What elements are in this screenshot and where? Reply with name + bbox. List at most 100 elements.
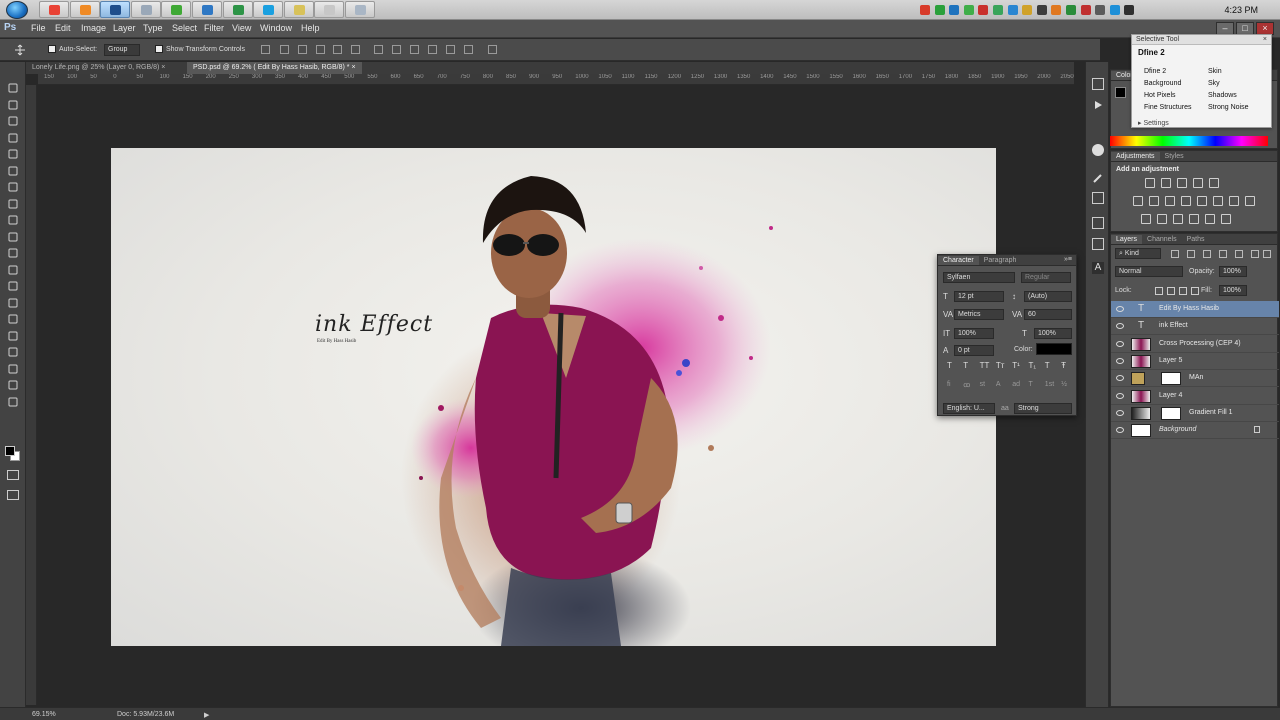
layer-filter-icon[interactable] — [1235, 250, 1243, 258]
menu-edit[interactable]: Edit — [55, 23, 71, 33]
layer-row[interactable]: Cross Processing (CEP 4) — [1111, 336, 1279, 353]
tray-app-icon[interactable] — [1124, 5, 1135, 15]
tray-app-icon[interactable] — [978, 5, 989, 15]
layer-row[interactable]: Layer 4 — [1111, 388, 1279, 405]
vertical-scale-input[interactable]: 100% — [954, 328, 994, 339]
fill-input[interactable]: 100% — [1219, 285, 1247, 296]
move-tool-icon[interactable] — [14, 44, 26, 56]
tab-paragraph[interactable]: Paragraph — [979, 256, 1022, 265]
move-tool-icon[interactable] — [7, 82, 19, 94]
tray-app-icon[interactable] — [1007, 5, 1018, 15]
close-icon[interactable]: × — [1263, 36, 1267, 43]
adjustment-icon[interactable] — [1149, 196, 1159, 206]
document-canvas[interactable]: ink Effect Edit By Hass Hasib — [111, 148, 996, 646]
windows-start-icon[interactable] — [6, 1, 28, 19]
opentype-button[interactable]: fi — [947, 381, 951, 388]
tray-app-icon[interactable] — [920, 5, 930, 15]
blend-mode-select[interactable]: Normal — [1115, 266, 1183, 277]
menu-select[interactable]: Select — [172, 23, 197, 33]
tray-app-icon[interactable] — [934, 5, 945, 15]
visibility-eye-icon[interactable] — [1116, 340, 1124, 347]
menu-image[interactable]: Image — [81, 23, 106, 33]
font-size-input[interactable]: 12 pt — [954, 291, 1004, 302]
align-icon[interactable] — [464, 45, 473, 54]
clone-stamp-icon[interactable] — [7, 214, 19, 226]
layer-filter-icon[interactable] — [1251, 250, 1259, 258]
layer-row[interactable]: Background — [1111, 422, 1279, 440]
auto-select-checkbox[interactable] — [48, 45, 56, 53]
lock-option-icon[interactable] — [1191, 287, 1199, 295]
layer-filter-icon[interactable] — [1219, 250, 1227, 258]
tab-character[interactable]: Character — [938, 256, 979, 265]
taskbar-folder-icon[interactable] — [283, 1, 314, 18]
clone-source-icon[interactable] — [1092, 192, 1104, 204]
tray-app-icon[interactable] — [1080, 5, 1091, 15]
character-panel-icon[interactable]: A — [1092, 262, 1104, 274]
blur-tool-icon[interactable] — [7, 280, 19, 292]
panel-menu-icon[interactable]: »≡ — [1060, 255, 1076, 264]
tab-layers[interactable]: Layers — [1111, 235, 1143, 244]
menu-layer[interactable]: Layer — [113, 23, 136, 33]
type-style-button[interactable]: T — [963, 361, 968, 370]
taskbar-media-player-icon[interactable] — [161, 1, 192, 18]
adjustment-icon[interactable] — [1197, 196, 1207, 206]
tray-app-icon[interactable] — [1022, 5, 1033, 15]
adjustment-icon[interactable] — [1177, 178, 1187, 188]
zoom-level[interactable]: 69.15% — [32, 711, 56, 718]
font-style-select[interactable]: Regular — [1021, 272, 1071, 283]
history-brush-icon[interactable] — [7, 231, 19, 243]
adjustment-icon[interactable] — [1145, 178, 1155, 188]
taskbar-firefox-icon[interactable] — [69, 1, 100, 18]
language-select[interactable]: English: U... — [943, 403, 995, 414]
quick-mask-icon[interactable] — [7, 470, 19, 480]
eyedropper-tool-icon[interactable] — [7, 165, 19, 177]
type-tool-icon[interactable] — [7, 330, 19, 342]
selective-item[interactable]: Fine Structures — [1144, 104, 1191, 111]
tab-styles[interactable]: Styles — [1160, 152, 1189, 161]
visibility-eye-icon[interactable] — [1116, 375, 1124, 382]
type-style-button[interactable]: T — [947, 361, 952, 370]
adjustment-icon[interactable] — [1221, 214, 1231, 224]
adjustment-icon[interactable] — [1181, 196, 1191, 206]
visibility-eye-icon[interactable] — [1116, 392, 1124, 399]
lock-option-icon[interactable] — [1179, 287, 1187, 295]
selective-item[interactable]: Hot Pixels — [1144, 92, 1176, 99]
align-icon[interactable] — [374, 45, 383, 54]
taskbar-photoshop-icon[interactable] — [100, 1, 131, 18]
layer-row[interactable]: MAn — [1111, 370, 1279, 388]
layer-filter-icon[interactable] — [1187, 250, 1195, 258]
selective-item[interactable]: Shadows — [1208, 92, 1237, 99]
gradient-tool-icon[interactable] — [7, 264, 19, 276]
adjustment-icon[interactable] — [1165, 196, 1175, 206]
taskbar-app-icon[interactable] — [130, 1, 161, 18]
tray-app-icon[interactable] — [1109, 5, 1120, 15]
info-icon[interactable] — [1092, 144, 1104, 156]
adjustment-icon[interactable] — [1213, 196, 1223, 206]
screen-mode-icon[interactable] — [7, 490, 19, 500]
taskbar-skype-icon[interactable] — [253, 1, 284, 18]
align-icon[interactable] — [298, 45, 307, 54]
visibility-eye-icon[interactable] — [1116, 323, 1124, 330]
tray-app-icon[interactable] — [1095, 5, 1106, 15]
layer-filter-icon[interactable] — [1263, 250, 1271, 258]
layer-filter-icon[interactable] — [1203, 250, 1211, 258]
align-icon[interactable] — [280, 45, 289, 54]
adjustment-icon[interactable] — [1173, 214, 1183, 224]
menu-filter[interactable]: Filter — [204, 23, 224, 33]
show-transform-checkbox[interactable] — [155, 45, 163, 53]
marquee-tool-icon[interactable] — [7, 99, 19, 111]
adjustment-icon[interactable] — [1157, 214, 1167, 224]
quick-select-tool-icon[interactable] — [7, 132, 19, 144]
pen-tool-icon[interactable] — [7, 313, 19, 325]
adjustment-icon[interactable] — [1209, 178, 1219, 188]
align-icon[interactable] — [261, 45, 270, 54]
opentype-button[interactable]: T — [1029, 381, 1033, 388]
brush-presets-icon[interactable] — [1092, 172, 1104, 184]
close-icon[interactable]: × — [161, 64, 165, 71]
align-icon[interactable] — [351, 45, 360, 54]
font-family-select[interactable]: Sylfaen — [943, 272, 1015, 283]
opentype-button[interactable]: 1st — [1045, 381, 1054, 388]
menu-window[interactable]: Window — [260, 23, 292, 33]
align-icon[interactable] — [410, 45, 419, 54]
tray-app-icon[interactable] — [949, 5, 960, 15]
